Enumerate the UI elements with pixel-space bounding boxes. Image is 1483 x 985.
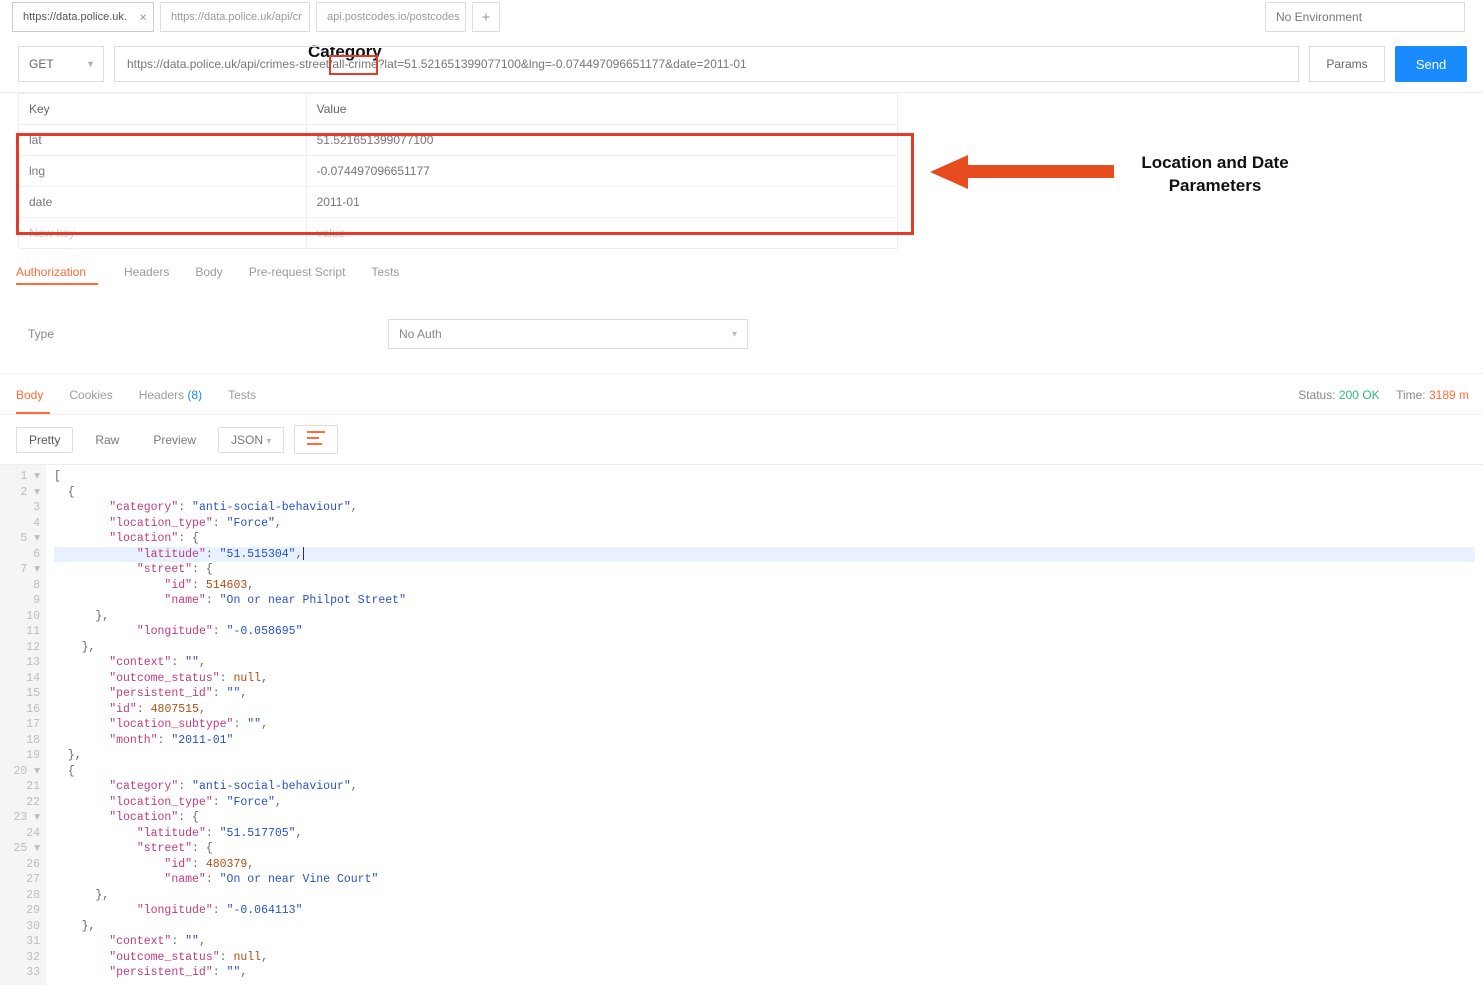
auth-selection: No Auth (399, 327, 442, 341)
tab-headers[interactable]: Headers (124, 265, 169, 285)
param-key[interactable]: lng (19, 156, 307, 187)
response-meta: Status: 200 OK Time: 3189 m (1298, 388, 1469, 402)
table-row-new[interactable]: New keyvalue (19, 218, 898, 249)
code-content: [ { "category": "anti-social-behaviour",… (46, 465, 1483, 985)
table-row[interactable]: lng-0.074497096651177 (19, 156, 898, 187)
send-button[interactable]: Send (1395, 46, 1467, 82)
params-table: Key Value lat51.521651399077100lng-0.074… (18, 93, 898, 249)
url-text: https://data.police.uk/api/crimes-street… (127, 57, 747, 71)
view-raw[interactable]: Raw (83, 428, 131, 452)
line-gutter: 1 ▾2 ▾345 ▾67 ▾891011121314151617181920 … (0, 465, 46, 985)
chevron-down-icon: ▾ (266, 436, 271, 447)
tab-label: https://data.police.uk/api/cr (171, 11, 302, 23)
new-tab-button[interactable]: + (472, 2, 500, 32)
wrap-lines-icon (307, 431, 325, 445)
auth-type-label: Type (28, 327, 348, 341)
params-panel: Key Value lat51.521651399077100lng-0.074… (0, 93, 916, 249)
param-key-placeholder[interactable]: New key (19, 218, 307, 249)
send-label: Send (1416, 57, 1446, 72)
environment-label: No Environment (1276, 10, 1362, 24)
tab-label: api.postcodes.io/postcodes (327, 11, 460, 23)
request-tabs: https://data.police.uk. × https://data.p… (0, 0, 1483, 36)
param-key[interactable]: date (19, 187, 307, 218)
tab-label: https://data.police.uk. (23, 11, 127, 23)
param-value-placeholder[interactable]: value (306, 218, 897, 249)
tab-2[interactable]: api.postcodes.io/postcodes (316, 2, 466, 32)
url-input[interactable]: https://data.police.uk/api/crimes-street… (114, 46, 1299, 82)
status-value: 200 OK (1339, 388, 1380, 402)
response-body[interactable]: 1 ▾2 ▾345 ▾67 ▾891011121314151617181920 … (0, 465, 1483, 985)
auth-row: Type No Auth ▾ (0, 295, 1483, 374)
close-icon[interactable]: × (139, 11, 147, 24)
tab-0[interactable]: https://data.police.uk. × (12, 2, 154, 32)
method-selector[interactable]: GET ▾ (18, 46, 104, 82)
resp-tab-cookies[interactable]: Cookies (69, 388, 112, 402)
param-value[interactable]: 51.521651399077100 (306, 125, 897, 156)
table-row[interactable]: lat51.521651399077100 (19, 125, 898, 156)
tab-1[interactable]: https://data.police.uk/api/cr (160, 2, 310, 32)
tab-body[interactable]: Body (195, 265, 222, 285)
tab-prerequest[interactable]: Pre-request Script (249, 265, 346, 285)
environment-selector[interactable]: No Environment (1265, 2, 1465, 32)
params-button[interactable]: Params (1309, 46, 1385, 82)
response-tabs: Body Cookies Headers (8) Tests Status: 2… (0, 374, 1483, 412)
annotation-arrow (930, 155, 1110, 189)
tab-tests[interactable]: Tests (371, 265, 399, 285)
request-bar: GET ▾ https://data.police.uk/api/crimes-… (0, 36, 1483, 93)
request-sub-tabs: Authorization Headers Body Pre-request S… (0, 249, 1483, 295)
param-value[interactable]: -0.074497096651177 (306, 156, 897, 187)
method-label: GET (29, 57, 54, 71)
resp-tab-tests[interactable]: Tests (228, 388, 256, 402)
auth-type-select[interactable]: No Auth ▾ (388, 319, 748, 349)
param-key[interactable]: lat (19, 125, 307, 156)
chevron-down-icon: ▾ (88, 59, 93, 70)
resp-tab-headers[interactable]: Headers (8) (139, 388, 202, 402)
chevron-down-icon: ▾ (732, 329, 737, 340)
param-value[interactable]: 2011-01 (306, 187, 897, 218)
annotation-locdate: Location and Date Parameters (1115, 152, 1315, 198)
time-value: 3189 m (1429, 388, 1469, 402)
col-key: Key (19, 94, 307, 125)
format-select[interactable]: JSON ▾ (218, 427, 284, 453)
col-value: Value (306, 94, 897, 125)
annotation-url-highlight (329, 55, 378, 75)
resp-tab-body[interactable]: Body (16, 388, 43, 402)
table-row[interactable]: date2011-01 (19, 187, 898, 218)
view-preview[interactable]: Preview (141, 428, 208, 452)
wrap-lines-button[interactable] (294, 425, 338, 454)
response-view-row: Pretty Raw Preview JSON ▾ (0, 414, 1483, 465)
tab-authorization[interactable]: Authorization (16, 265, 86, 279)
tab-underline (16, 283, 98, 285)
params-label: Params (1326, 57, 1367, 71)
view-pretty[interactable]: Pretty (16, 427, 73, 453)
